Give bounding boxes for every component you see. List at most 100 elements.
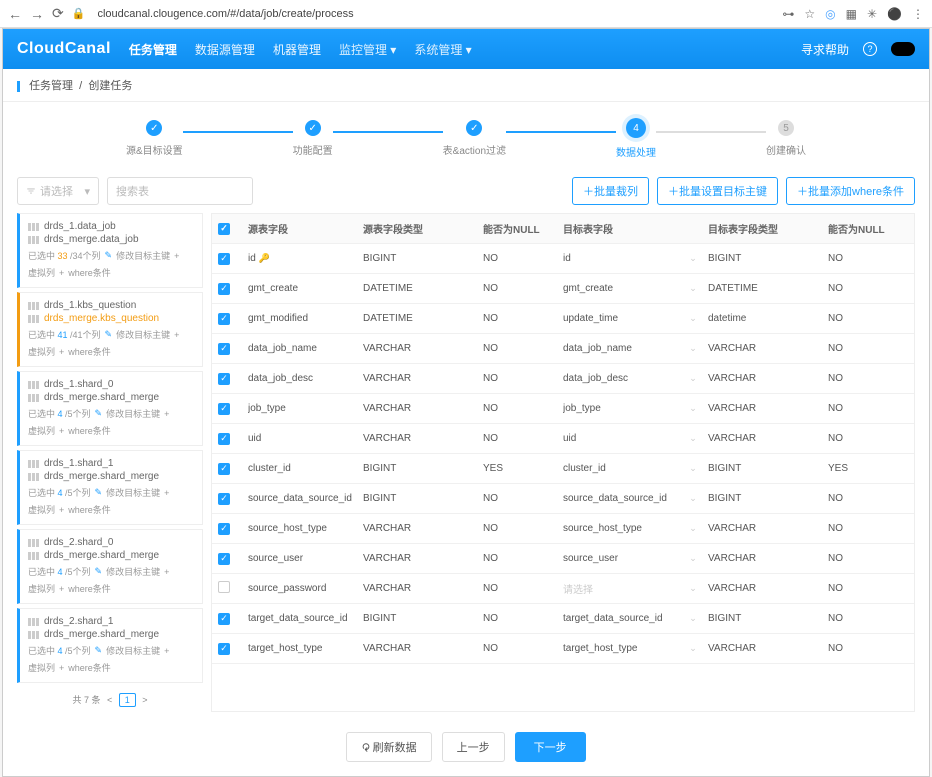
chevron-down-icon[interactable]: ⌄ (678, 403, 708, 414)
edit-pk[interactable]: 修改目标主键 (116, 328, 170, 341)
edit-pk[interactable]: 修改目标主键 (106, 486, 160, 499)
virtual-col[interactable]: 虚拟列 (28, 661, 55, 674)
ext3-icon[interactable]: ✳ (867, 7, 877, 21)
where-cond[interactable]: where条件 (68, 582, 111, 595)
virtual-col[interactable]: 虚拟列 (28, 345, 55, 358)
table-card[interactable]: drds_2.shard_1 drds_merge.shard_merge 已选… (17, 608, 203, 683)
bulk-where-button[interactable]: ＋批量添加where条件 (786, 177, 915, 205)
chevron-down-icon[interactable]: ⌄ (678, 433, 708, 444)
page-next[interactable]: > (142, 695, 147, 705)
chevron-down-icon[interactable]: ⌄ (678, 553, 708, 564)
row-checkbox[interactable]: ✓ (218, 643, 230, 655)
search-input[interactable]: 搜索表 (107, 177, 253, 205)
row-checkbox[interactable]: ✓ (218, 253, 230, 265)
chevron-down-icon[interactable]: ⌄ (678, 253, 708, 264)
help-link[interactable]: 寻求帮助 (801, 41, 849, 58)
tgt-field[interactable]: source_data_source_id (563, 493, 678, 504)
logo[interactable]: CloudCanal (17, 40, 111, 58)
checkbox-all[interactable]: ✓ (218, 223, 230, 235)
table-card[interactable]: drds_1.data_job drds_merge.data_job 已选中 … (17, 213, 203, 288)
chevron-down-icon[interactable]: ⌄ (678, 373, 708, 384)
edit-icon[interactable]: ✎ (95, 408, 103, 419)
ext1-icon[interactable]: ◎ (825, 7, 835, 21)
tgt-field[interactable]: source_user (563, 553, 678, 564)
tgt-field[interactable]: target_host_type (563, 643, 678, 654)
tgt-field[interactable]: id (563, 253, 678, 264)
tgt-field[interactable]: data_job_desc (563, 373, 678, 384)
nav-task[interactable]: 任务管理 (129, 41, 177, 58)
row-checkbox[interactable]: ✓ (218, 433, 230, 445)
edit-pk[interactable]: 修改目标主键 (106, 407, 160, 420)
row-checkbox[interactable]: ✓ (218, 373, 230, 385)
crumb-root[interactable]: 任务管理 (29, 80, 73, 92)
row-checkbox[interactable]: ✓ (218, 493, 230, 505)
edit-pk[interactable]: 修改目标主键 (106, 644, 160, 657)
select-dropdown[interactable]: 请选择▾ (17, 177, 99, 205)
row-checkbox[interactable]: ✓ (218, 523, 230, 535)
tgt-field[interactable]: gmt_create (563, 283, 678, 294)
nav-machine[interactable]: 机器管理 (273, 41, 321, 58)
bulk-trim-button[interactable]: ＋批量裁列 (572, 177, 649, 205)
edit-icon[interactable]: ✎ (105, 329, 113, 340)
edit-pk[interactable]: 修改目标主键 (106, 565, 160, 578)
row-checkbox[interactable]: ✓ (218, 613, 230, 625)
tgt-field[interactable]: uid (563, 433, 678, 444)
tgt-field[interactable]: cluster_id (563, 463, 678, 474)
where-cond[interactable]: where条件 (68, 661, 111, 674)
chevron-down-icon[interactable]: ⌄ (678, 523, 708, 534)
chevron-down-icon[interactable]: ⌄ (678, 643, 708, 654)
virtual-col[interactable]: 虚拟列 (28, 582, 55, 595)
page-prev[interactable]: < (107, 695, 112, 705)
chevron-down-icon[interactable]: ⌄ (678, 613, 708, 624)
tgt-field[interactable]: source_host_type (563, 523, 678, 534)
help-icon[interactable]: ? (863, 42, 877, 56)
chevron-down-icon[interactable]: ⌄ (678, 343, 708, 354)
menu-icon[interactable]: ⋮ (912, 7, 924, 21)
table-card[interactable]: drds_1.shard_0 drds_merge.shard_merge 已选… (17, 371, 203, 446)
nav-datasource[interactable]: 数据源管理 (195, 41, 255, 58)
row-checkbox[interactable]: ✓ (218, 403, 230, 415)
virtual-col[interactable]: 虚拟列 (28, 503, 55, 516)
avatar[interactable] (891, 42, 915, 56)
chevron-down-icon[interactable]: ⌄ (678, 493, 708, 504)
tgt-field[interactable]: target_data_source_id (563, 613, 678, 624)
prev-button[interactable]: 上一步 (442, 732, 505, 762)
tgt-field[interactable]: data_job_name (563, 343, 678, 354)
bulk-pk-button[interactable]: ＋批量设置目标主键 (657, 177, 778, 205)
tgt-field[interactable]: job_type (563, 403, 678, 414)
virtual-col[interactable]: 虚拟列 (28, 266, 55, 279)
chevron-down-icon[interactable]: ⌄ (678, 583, 708, 594)
row-checkbox[interactable]: ✓ (218, 343, 230, 355)
forward-icon[interactable]: → (30, 6, 44, 22)
ext2-icon[interactable]: ▦ (846, 7, 857, 21)
chevron-down-icon[interactable]: ⌄ (678, 463, 708, 474)
url-text[interactable]: cloudcanal.clougence.com/#/data/job/crea… (93, 8, 774, 20)
edit-icon[interactable]: ✎ (95, 645, 103, 656)
row-checkbox[interactable]: ✓ (218, 463, 230, 475)
edit-icon[interactable]: ✎ (95, 487, 103, 498)
row-checkbox[interactable] (218, 581, 230, 593)
next-button[interactable]: 下一步 (515, 732, 586, 762)
tgt-field[interactable]: 请选择 (563, 581, 678, 596)
where-cond[interactable]: where条件 (68, 345, 111, 358)
edit-pk[interactable]: 修改目标主键 (116, 249, 170, 262)
refresh-button[interactable]: ⟳刷新数据 (346, 732, 431, 762)
chevron-down-icon[interactable]: ⌄ (678, 313, 708, 324)
page-1[interactable]: 1 (119, 693, 136, 707)
where-cond[interactable]: where条件 (68, 266, 111, 279)
row-checkbox[interactable]: ✓ (218, 313, 230, 325)
back-icon[interactable]: ← (8, 6, 22, 22)
virtual-col[interactable]: 虚拟列 (28, 424, 55, 437)
nav-monitor[interactable]: 监控管理 ▾ (339, 41, 396, 58)
key-icon[interactable]: ⊶ (782, 7, 794, 21)
tgt-field[interactable]: update_time (563, 313, 678, 324)
star-icon[interactable]: ☆ (804, 7, 815, 21)
table-card[interactable]: drds_1.shard_1 drds_merge.shard_merge 已选… (17, 450, 203, 525)
where-cond[interactable]: where条件 (68, 424, 111, 437)
row-checkbox[interactable]: ✓ (218, 283, 230, 295)
table-card[interactable]: drds_1.kbs_question drds_merge.kbs_quest… (17, 292, 203, 367)
edit-icon[interactable]: ✎ (95, 566, 103, 577)
chevron-down-icon[interactable]: ⌄ (678, 283, 708, 294)
reload-icon[interactable]: ⟳ (52, 5, 64, 22)
row-checkbox[interactable]: ✓ (218, 553, 230, 565)
